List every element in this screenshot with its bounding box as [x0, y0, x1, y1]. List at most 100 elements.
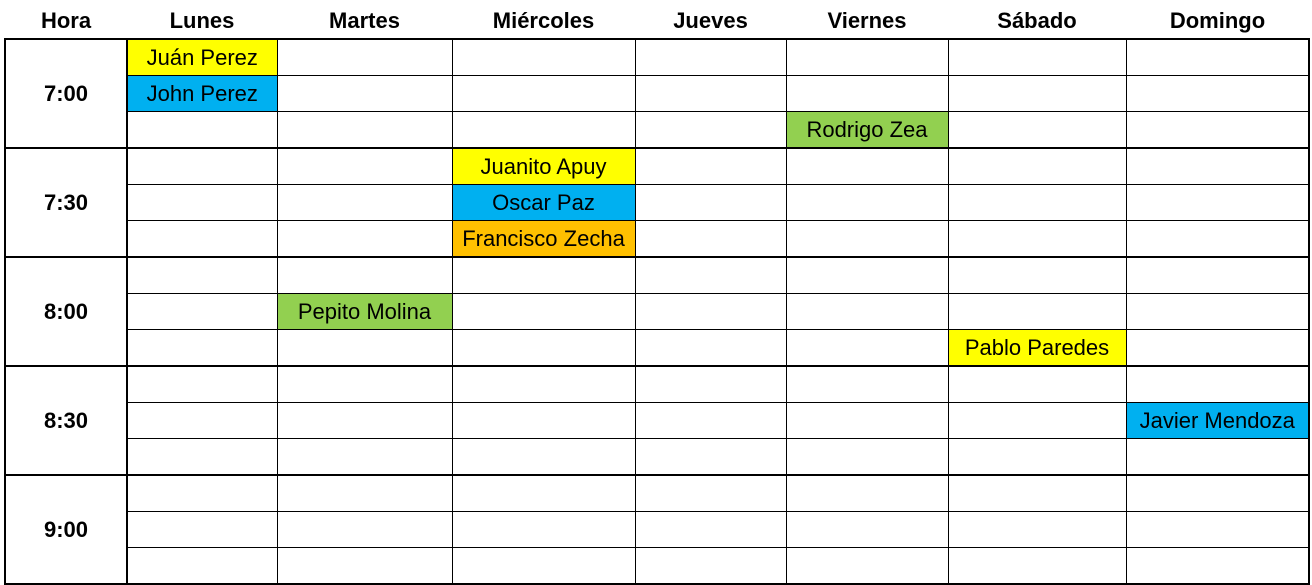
- schedule-cell[interactable]: [126, 293, 278, 330]
- schedule-cell[interactable]: [126, 547, 278, 585]
- schedule-cell[interactable]: [276, 511, 453, 548]
- schedule-cell[interactable]: [785, 75, 949, 112]
- appointment-entry[interactable]: Juán Perez: [126, 38, 278, 76]
- schedule-cell[interactable]: [1125, 329, 1310, 367]
- schedule-cell[interactable]: [1125, 474, 1310, 512]
- schedule-cell[interactable]: [1125, 75, 1310, 112]
- schedule-cell[interactable]: [947, 365, 1127, 403]
- schedule-cell[interactable]: [276, 184, 453, 221]
- schedule-cell[interactable]: [785, 511, 949, 548]
- appointment-entry[interactable]: Pablo Paredes: [947, 329, 1127, 367]
- schedule-cell[interactable]: [276, 220, 453, 258]
- schedule-cell[interactable]: [276, 256, 453, 294]
- schedule-cell[interactable]: [785, 293, 949, 330]
- schedule-cell[interactable]: [451, 75, 636, 112]
- schedule-cell[interactable]: [126, 184, 278, 221]
- schedule-cell[interactable]: [785, 365, 949, 403]
- schedule-cell[interactable]: [785, 438, 949, 476]
- schedule-cell[interactable]: [947, 147, 1127, 185]
- schedule-cell[interactable]: [785, 474, 949, 512]
- schedule-cell[interactable]: [634, 474, 787, 512]
- schedule-cell[interactable]: [126, 329, 278, 367]
- schedule-cell[interactable]: [785, 256, 949, 294]
- schedule-cell[interactable]: [1125, 147, 1310, 185]
- schedule-cell[interactable]: [451, 365, 636, 403]
- schedule-cell[interactable]: [451, 111, 636, 149]
- schedule-cell[interactable]: [1125, 111, 1310, 149]
- schedule-cell[interactable]: [947, 293, 1127, 330]
- schedule-cell[interactable]: [1125, 293, 1310, 330]
- schedule-cell[interactable]: [276, 111, 453, 149]
- schedule-cell[interactable]: [947, 38, 1127, 76]
- schedule-cell[interactable]: [947, 256, 1127, 294]
- schedule-cell[interactable]: [634, 402, 787, 439]
- schedule-cell[interactable]: [126, 511, 278, 548]
- schedule-cell[interactable]: [785, 184, 949, 221]
- schedule-cell[interactable]: [947, 220, 1127, 258]
- schedule-cell[interactable]: [785, 547, 949, 585]
- schedule-cell[interactable]: [126, 402, 278, 439]
- appointment-entry[interactable]: Francisco Zecha: [451, 220, 636, 258]
- schedule-cell[interactable]: [634, 438, 787, 476]
- schedule-cell[interactable]: [1125, 438, 1310, 476]
- schedule-cell[interactable]: [947, 438, 1127, 476]
- schedule-cell[interactable]: [1125, 547, 1310, 585]
- schedule-cell[interactable]: [126, 147, 278, 185]
- schedule-cell[interactable]: [1125, 220, 1310, 258]
- appointment-entry[interactable]: Rodrigo Zea: [785, 111, 949, 149]
- appointment-entry[interactable]: John Perez: [126, 75, 278, 112]
- schedule-cell[interactable]: [634, 38, 787, 76]
- schedule-cell[interactable]: [1125, 184, 1310, 221]
- appointment-entry[interactable]: Pepito Molina: [276, 293, 453, 330]
- schedule-cell[interactable]: [451, 256, 636, 294]
- appointment-entry[interactable]: Oscar Paz: [451, 184, 636, 221]
- schedule-cell[interactable]: [451, 402, 636, 439]
- schedule-cell[interactable]: [451, 474, 636, 512]
- schedule-cell[interactable]: [126, 256, 278, 294]
- schedule-cell[interactable]: [451, 293, 636, 330]
- schedule-cell[interactable]: [126, 220, 278, 258]
- schedule-cell[interactable]: [634, 293, 787, 330]
- schedule-cell[interactable]: [634, 184, 787, 221]
- schedule-cell[interactable]: [634, 111, 787, 149]
- schedule-cell[interactable]: [634, 547, 787, 585]
- schedule-cell[interactable]: [276, 365, 453, 403]
- schedule-cell[interactable]: [451, 38, 636, 76]
- schedule-cell[interactable]: [785, 38, 949, 76]
- schedule-cell[interactable]: [947, 184, 1127, 221]
- schedule-cell[interactable]: [947, 111, 1127, 149]
- schedule-cell[interactable]: [785, 220, 949, 258]
- schedule-cell[interactable]: [634, 75, 787, 112]
- schedule-cell[interactable]: [1125, 256, 1310, 294]
- schedule-cell[interactable]: [947, 547, 1127, 585]
- appointment-entry[interactable]: Javier Mendoza: [1125, 402, 1310, 439]
- schedule-cell[interactable]: [276, 329, 453, 367]
- schedule-cell[interactable]: [451, 329, 636, 367]
- schedule-cell[interactable]: [276, 147, 453, 185]
- schedule-cell[interactable]: [451, 511, 636, 548]
- schedule-cell[interactable]: [785, 147, 949, 185]
- schedule-cell[interactable]: [1125, 365, 1310, 403]
- schedule-cell[interactable]: [276, 38, 453, 76]
- schedule-cell[interactable]: [451, 438, 636, 476]
- schedule-cell[interactable]: [276, 402, 453, 439]
- schedule-cell[interactable]: [947, 474, 1127, 512]
- schedule-cell[interactable]: [947, 402, 1127, 439]
- schedule-cell[interactable]: [1125, 511, 1310, 548]
- schedule-cell[interactable]: [276, 75, 453, 112]
- schedule-cell[interactable]: [126, 474, 278, 512]
- schedule-cell[interactable]: [1125, 38, 1310, 76]
- schedule-cell[interactable]: [634, 365, 787, 403]
- schedule-cell[interactable]: [634, 256, 787, 294]
- schedule-cell[interactable]: [634, 511, 787, 548]
- schedule-cell[interactable]: [276, 474, 453, 512]
- schedule-cell[interactable]: [126, 438, 278, 476]
- schedule-cell[interactable]: [126, 365, 278, 403]
- schedule-cell[interactable]: [785, 402, 949, 439]
- schedule-cell[interactable]: [634, 220, 787, 258]
- schedule-cell[interactable]: [634, 329, 787, 367]
- schedule-cell[interactable]: [451, 547, 636, 585]
- schedule-cell[interactable]: [785, 329, 949, 367]
- schedule-cell[interactable]: [126, 111, 278, 149]
- schedule-cell[interactable]: [276, 438, 453, 476]
